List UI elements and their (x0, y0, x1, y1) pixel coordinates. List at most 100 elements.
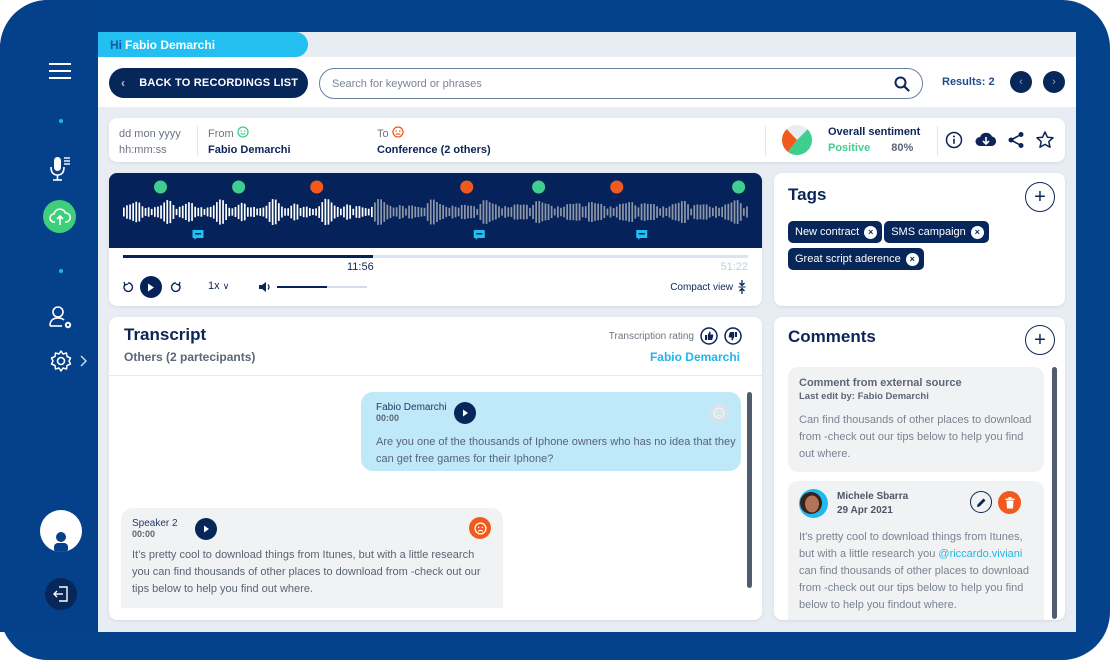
thumbs-up-icon[interactable] (700, 327, 718, 345)
waveform-bar (222, 200, 224, 224)
user-mention-link[interactable]: @riccardo.viviani (938, 548, 1022, 560)
sidebar-divider-dot (59, 119, 63, 123)
waveform-bar (194, 206, 196, 218)
waveform-bar (305, 206, 308, 218)
volume-icon[interactable] (258, 281, 271, 293)
waveform-bar (526, 204, 528, 220)
logout-button[interactable] (45, 578, 77, 610)
play-button[interactable] (140, 276, 162, 298)
waveform-bar (612, 208, 615, 216)
transcript-message[interactable]: Fabio Demarchi 00:00 Are you one of the … (361, 392, 741, 471)
compact-view-toggle[interactable]: Compact view (670, 280, 746, 294)
waveform-bar (352, 208, 355, 216)
waveform-bar (231, 208, 234, 216)
waveform-bar (615, 206, 618, 218)
waveform-bar (687, 204, 689, 220)
search-field[interactable] (319, 68, 923, 99)
compress-arrows-icon (738, 280, 746, 294)
positive-face-icon (237, 126, 249, 138)
waveform-bar (247, 207, 249, 217)
menu-button[interactable] (40, 50, 82, 92)
comments-scrollbar[interactable] (1052, 367, 1057, 619)
waveform-bar (414, 206, 417, 218)
forward-icon[interactable] (170, 281, 182, 293)
waveform-bar (702, 204, 705, 220)
waveform-bar (278, 203, 280, 221)
waveform-bar (572, 204, 575, 221)
star-icon[interactable] (1035, 130, 1055, 150)
volume-slider[interactable] (277, 286, 367, 288)
top-toolbar: ‹ BACK TO RECORDINGS LIST Results: 2 ‹ › (98, 57, 1076, 107)
play-message-button[interactable] (454, 402, 476, 424)
sidebar-item-user-settings[interactable] (40, 296, 82, 338)
playback-speed-value: 1x (208, 280, 220, 292)
play-message-button[interactable] (195, 518, 217, 540)
playback-speed-select[interactable]: 1x ∨ (208, 280, 229, 292)
waveform-bar (665, 208, 668, 216)
add-comment-button[interactable]: + (1025, 325, 1055, 355)
transcript-scrollbar[interactable] (747, 392, 752, 588)
waveform-bar (206, 207, 209, 217)
waveform-bar (364, 208, 367, 216)
waveform-bar (256, 208, 258, 216)
waveform-area[interactable] (109, 173, 762, 248)
search-input[interactable] (332, 77, 894, 90)
speaker-filter-link[interactable]: Fabio Demarchi (650, 350, 740, 364)
waveform-bar (597, 203, 599, 221)
sentiment-percent: 80% (891, 142, 914, 154)
sidebar-item-recordings[interactable] (40, 148, 82, 190)
user-avatar[interactable] (40, 510, 82, 552)
waveform-bar (281, 206, 283, 218)
greeting-hi: Hi (110, 37, 122, 52)
waveform-bar (383, 202, 386, 222)
plus-icon: + (1034, 329, 1046, 351)
next-result-button[interactable]: › (1043, 71, 1065, 93)
transcript-message[interactable]: Speaker 2 00:00 It’s pretty cool to down… (121, 508, 503, 608)
search-icon[interactable] (894, 76, 910, 92)
waveform-bar (578, 203, 581, 221)
negative-face-icon (392, 126, 404, 138)
waveform-bar (426, 203, 429, 221)
add-tag-button[interactable]: + (1025, 182, 1055, 212)
thumbs-down-icon[interactable] (724, 327, 742, 345)
waveform-bar (395, 207, 398, 217)
back-to-recordings-button[interactable]: ‹ BACK TO RECORDINGS LIST (109, 68, 308, 98)
waveform-bar (175, 208, 178, 216)
sidebar-item-upload[interactable] (43, 200, 76, 233)
neutral-face-icon (713, 407, 725, 419)
sidebar-item-settings[interactable] (46, 340, 92, 382)
remove-tag-icon[interactable]: × (970, 225, 984, 239)
edit-comment-button[interactable] (970, 491, 992, 513)
remove-tag-icon[interactable]: × (864, 225, 878, 239)
waveform-bar (386, 204, 389, 220)
cloud-download-icon[interactable] (975, 131, 997, 149)
remove-tag-icon[interactable]: × (905, 252, 919, 266)
chevron-left-icon: ‹ (121, 76, 126, 90)
message-sentiment-badge (469, 517, 491, 539)
waveform-bar (160, 205, 162, 219)
waveform[interactable] (109, 173, 762, 248)
divider (765, 126, 766, 156)
previous-result-button[interactable]: ‹ (1010, 71, 1032, 93)
share-icon[interactable] (1007, 131, 1025, 149)
waveform-bar (147, 207, 150, 217)
rewind-icon[interactable] (122, 281, 134, 293)
divider (109, 375, 762, 376)
waveform-bar (327, 199, 330, 225)
waveform-bar (662, 206, 665, 218)
divider (197, 126, 198, 156)
delete-comment-button[interactable] (998, 491, 1021, 514)
comment-text: It’s pretty cool to download things from… (799, 529, 1039, 614)
sentiment-marker-positive (154, 180, 167, 194)
waveform-bar (333, 205, 336, 219)
waveform-bar (135, 201, 138, 223)
playback-progress-track[interactable] (123, 255, 748, 258)
from-label: From (208, 128, 234, 140)
waveform-bar (746, 206, 748, 218)
waveform-bar (228, 207, 231, 217)
info-icon[interactable] (945, 131, 963, 149)
waveform-bar (454, 206, 457, 218)
waveform-bar (560, 207, 562, 217)
waveform-bar (476, 208, 479, 216)
waveform-bar (563, 206, 565, 218)
